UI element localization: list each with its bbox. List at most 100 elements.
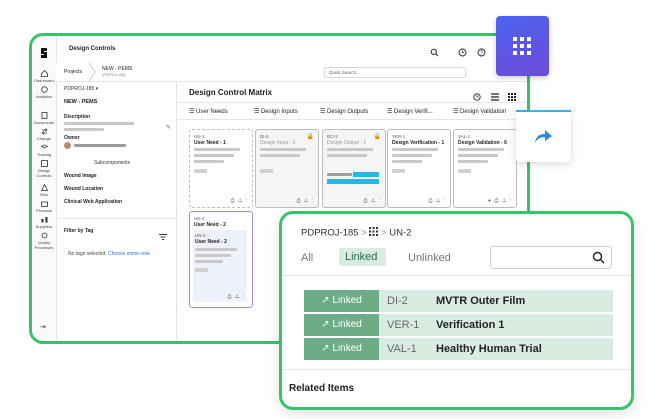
row-id: VAL-1 (387, 343, 417, 355)
rail-dashboard[interactable]: Dashboard (32, 69, 56, 83)
breadcrumb-sub: (PDPROJ-185) (102, 73, 126, 77)
grid-small-icon (369, 227, 379, 239)
description-text-2 (64, 128, 104, 131)
breadcrumb: Projects NEW - PEMS (PDPROJ-185) Quick S… (56, 62, 527, 82)
rail-products[interactable]: Products (32, 200, 56, 213)
grid-view-icon[interactable] (508, 88, 516, 101)
rail-suppliers[interactable]: Suppliers (32, 216, 56, 229)
lock-icon: 🔒 (306, 134, 314, 140)
matrix-card[interactable]: 🔒 DO-2 Design Output - 1 ⎙ ⚠ ⋮ (322, 129, 386, 208)
matrix-title: Design Control Matrix (189, 88, 273, 97)
documents-icon (41, 112, 48, 119)
row-id: DI-2 (387, 295, 408, 307)
subcomponent-item[interactable]: Wound Image (64, 173, 97, 179)
subcomponent-item[interactable]: Clinical Web Application (64, 199, 122, 205)
link-arrow-icon: ↗ (321, 319, 330, 330)
rail-change[interactable]: Change (32, 128, 56, 141)
description-text (64, 122, 134, 125)
edit-icon[interactable]: ✎ (166, 124, 171, 131)
home-icon (40, 69, 48, 77)
breadcrumb-separator (88, 62, 96, 82)
tab-linked[interactable]: Linked (339, 248, 386, 266)
choose-tags-link[interactable]: Choose some now. (108, 251, 151, 257)
row-name[interactable]: Healthy Human Trial (436, 338, 542, 360)
matrix-card[interactable]: VER-1 Design Verification - 1 ⎙ ⚠ ⋮ (387, 129, 451, 208)
overlay-project-id[interactable]: PDPROJ-185 (301, 228, 359, 239)
card-inner: UN-2 User Need - 2 ⎙ ⚠ ⋮ (193, 230, 247, 302)
help-icon[interactable]: ? (477, 44, 486, 57)
filter-icon[interactable] (159, 227, 167, 240)
divider (177, 102, 527, 103)
column-header-user-needs[interactable]: ☰ User Needs (189, 108, 228, 115)
matrix-card[interactable]: UN-1 User Need - 1 ⎙ ⚠ ⋮ (189, 129, 253, 208)
tab-all[interactable]: All (301, 252, 313, 264)
clock-icon[interactable] (458, 44, 467, 57)
suppliers-icon (41, 216, 48, 223)
owner-name (74, 144, 126, 147)
row-id: VER-1 (387, 319, 420, 331)
share-arrow-icon (533, 128, 553, 144)
owner-label: Owner (64, 135, 80, 141)
apps-tile[interactable] (496, 16, 549, 76)
link-arrow-icon: ↗ (321, 295, 330, 306)
no-tags-text: No tags selected. Choose some now. (68, 251, 151, 257)
subcomponent-item[interactable]: Wound Location (64, 186, 103, 192)
matrix-card[interactable]: VAL-1 Design Validation - 6 ● ⎙ ⚠ ⋮ (453, 129, 517, 208)
divider (56, 218, 176, 219)
change-icon (40, 128, 48, 135)
linked-button[interactable]: ↗ Linked (304, 338, 379, 360)
svg-text:?: ? (480, 51, 483, 57)
column-header-design-outputs[interactable]: ☰ Design Outputs (320, 108, 368, 115)
quick-search-input[interactable]: Quick Search... (324, 67, 466, 78)
analytics-icon (40, 86, 48, 93)
link-tile[interactable] (516, 110, 571, 162)
related-items-heading: Related Items (289, 383, 355, 394)
column-header-design-inputs[interactable]: ☰ Design Inputs (254, 108, 298, 115)
overlay-search-input[interactable] (490, 246, 612, 269)
project-name: NEW - PEMS (64, 99, 98, 105)
avatar (64, 142, 71, 149)
rail-quality[interactable]: Quality Processes (32, 232, 56, 250)
breadcrumb-root[interactable]: Projects (64, 69, 82, 75)
project-id-label: PDPROJ-185 ▾ (64, 86, 99, 92)
linked-button[interactable]: ↗ Linked (304, 290, 379, 312)
history-icon[interactable] (473, 88, 481, 101)
highlight-bar (353, 172, 379, 177)
project-panel: PDPROJ-185 ▾ NEW - PEMS Discription ✎ Ow… (56, 81, 177, 341)
description-label: Discription (64, 114, 91, 120)
overlay-item-id: UN-2 (389, 227, 412, 239)
matrix-card[interactable]: 🔒 DI-2 Design Input - 2 ⎙ ⚠ ⋮ (255, 129, 319, 208)
top-bar: Design Controls ? (56, 36, 527, 64)
subcomponents-label: Subcomponents (94, 160, 131, 166)
grid-apps-icon (513, 37, 531, 55)
filter-label: Filter by Tag (64, 228, 94, 234)
matrix-card-selected[interactable]: UN-2 User Need - 2 UN-2 User Need - 2 ⎙ ⚠… (189, 211, 253, 308)
risk-icon (40, 183, 48, 191)
collapse-rail-icon[interactable]: ⇥ (40, 323, 46, 331)
highlight-bar (327, 179, 379, 184)
search-icon (592, 251, 605, 264)
lock-icon: 🔒 (373, 134, 381, 140)
linked-row: ↗ Linked VAL-1 Healthy Human Trial (304, 338, 613, 360)
divider (282, 369, 631, 370)
tile-accent (516, 110, 571, 112)
app-logo (39, 46, 49, 58)
column-header-design-verification[interactable]: ☰ Design Verifi... (387, 108, 433, 115)
training-icon (40, 144, 48, 151)
linked-row: ↗ Linked DI-2 MVTR Outer Film (304, 290, 613, 312)
app-title: Design Controls (69, 46, 116, 52)
rail-training[interactable]: Training (32, 144, 56, 157)
linked-items-panel: PDPROJ-185 > > UN-2 All Linked Unlinked … (279, 211, 634, 410)
rail-analytics[interactable]: Analytics (32, 86, 56, 99)
list-view-icon[interactable] (491, 88, 499, 101)
search-icon[interactable] (430, 44, 439, 57)
linked-button[interactable]: ↗ Linked (304, 314, 379, 336)
row-name[interactable]: Verification 1 (436, 314, 504, 336)
row-name[interactable]: MVTR Outer Film (436, 290, 525, 312)
rail-design-controls[interactable]: Design Controls (32, 160, 56, 178)
rail-risk[interactable]: Risk (32, 183, 56, 197)
tab-unlinked[interactable]: Unlinked (408, 252, 451, 264)
column-header-design-validation[interactable]: ☰ Design Validation (453, 108, 506, 115)
divider (177, 119, 527, 120)
rail-documents[interactable]: Documents (32, 112, 56, 125)
